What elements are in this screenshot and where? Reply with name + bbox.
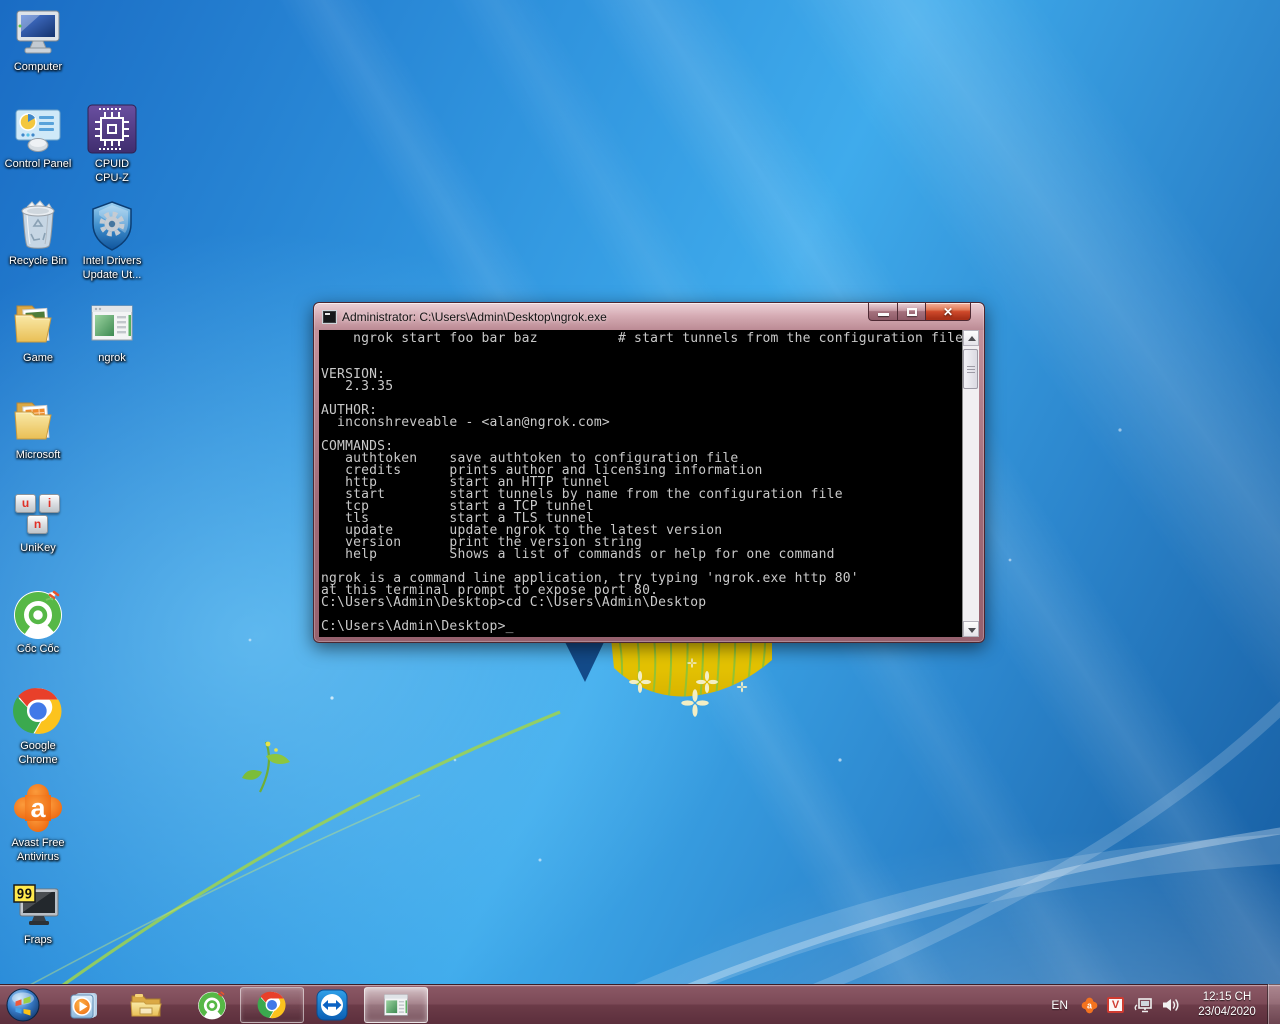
desktop-icon-coc-coc[interactable]: Cốc Cốc — [0, 588, 76, 656]
language-indicator[interactable]: EN — [1047, 996, 1072, 1014]
taskbar-item-coc-coc[interactable] — [192, 987, 232, 1023]
volume-tray-icon[interactable] — [1162, 997, 1180, 1013]
tray-date: 23/04/2020 — [1190, 1005, 1264, 1020]
coc-coc-icon — [197, 990, 227, 1020]
desktop-icon-cpuz[interactable]: CPUID CPU-Z — [74, 103, 150, 185]
desktop-icon-label: Cốc Cốc — [2, 642, 74, 656]
tray-time: 12:15 CH — [1190, 990, 1264, 1005]
console-output-area: ngrok start foo bar baz # start tunnels … — [319, 330, 962, 637]
taskbar-item-media-player[interactable] — [64, 987, 104, 1023]
desktop-icon-label: Game — [2, 351, 74, 365]
system-tray: EN a V — [1038, 985, 1264, 1024]
google-chrome-icon — [12, 685, 64, 737]
taskbar-item-chrome[interactable] — [240, 987, 304, 1023]
show-desktop-button[interactable] — [1267, 984, 1280, 1024]
console-output-text: ngrok start foo bar baz # start tunnels … — [319, 330, 962, 633]
console-window-icon — [381, 991, 411, 1019]
unikey-icon: u i n — [12, 491, 64, 539]
svg-text:99: 99 — [17, 888, 33, 903]
scrollbar-track[interactable] — [963, 346, 979, 621]
game-folder-icon — [12, 297, 64, 349]
desktop-icon-computer[interactable]: Computer — [0, 6, 76, 74]
desktop-icon-control-panel[interactable]: Control Panel — [0, 103, 76, 171]
computer-icon — [12, 6, 64, 58]
desktop-icon-label: Fraps — [2, 933, 74, 947]
close-button[interactable]: ✕ — [925, 303, 971, 321]
desktop-icon-intel-drivers[interactable]: Intel Drivers Update Ut... — [74, 200, 150, 282]
desktop: Computer Control Panel — [0, 0, 1280, 1024]
recycle-bin-icon — [12, 200, 64, 252]
desktop-icon-label: Computer — [2, 60, 74, 74]
desktop-icon-label: Control Panel — [2, 157, 74, 171]
window-controls: ✕ — [869, 303, 971, 321]
taskbar: EN a V — [0, 984, 1280, 1024]
cpuz-icon — [86, 103, 138, 155]
console-scrollbar — [962, 330, 979, 637]
ngrok-app-icon — [86, 297, 138, 349]
minimize-button[interactable] — [868, 303, 898, 321]
desktop-icon-microsoft[interactable]: Microsoft — [0, 394, 76, 462]
start-button[interactable] — [6, 988, 40, 1022]
scrollbar-thumb[interactable] — [963, 349, 978, 389]
desktop-icon-unikey[interactable]: u i n UniKey — [0, 491, 76, 555]
console-app-icon — [322, 310, 337, 324]
desktop-icon-fraps[interactable]: 99 Fraps — [0, 879, 76, 947]
desktop-icon-recycle-bin[interactable]: Recycle Bin — [0, 200, 76, 268]
intel-drivers-icon — [86, 200, 138, 252]
console-window: Administrator: C:\Users\Admin\Desktop\ng… — [313, 302, 985, 643]
taskbar-item-explorer[interactable] — [126, 987, 166, 1023]
desktop-icon-label: ngrok — [76, 351, 148, 365]
windows-media-player-icon — [69, 990, 99, 1020]
desktop-icon-game[interactable]: Game — [0, 297, 76, 365]
desktop-icon-avast[interactable]: a Avast Free Antivirus — [0, 782, 76, 864]
avast-tray-icon[interactable]: a — [1081, 997, 1098, 1014]
tray-clock[interactable]: 12:15 CH 23/04/2020 — [1190, 990, 1264, 1020]
windows-explorer-icon — [130, 991, 162, 1019]
unikey-vietnamese-icon[interactable]: V — [1107, 997, 1124, 1013]
desktop-icon-label: Recycle Bin — [2, 254, 74, 268]
coc-coc-icon — [12, 588, 64, 640]
desktop-icon-label: Avast Free Antivirus — [2, 836, 74, 864]
console-client-area[interactable]: ngrok start foo bar baz # start tunnels … — [319, 330, 979, 637]
fraps-icon: 99 — [12, 879, 64, 931]
svg-text:a: a — [30, 793, 46, 823]
window-title: Administrator: C:\Users\Admin\Desktop\ng… — [342, 310, 607, 324]
scroll-up-button[interactable] — [963, 330, 979, 346]
control-panel-icon — [12, 103, 64, 155]
taskbar-item-teamviewer[interactable] — [312, 987, 352, 1023]
desktop-icon-label: UniKey — [2, 541, 74, 555]
taskbar-item-ngrok-console[interactable] — [364, 987, 428, 1023]
scroll-down-button[interactable] — [963, 621, 979, 637]
desktop-icon-google-chrome[interactable]: Google Chrome — [0, 685, 76, 767]
microsoft-folder-icon — [12, 394, 64, 446]
desktop-icon-ngrok[interactable]: ngrok — [74, 297, 150, 365]
google-chrome-icon — [257, 990, 287, 1020]
svg-text:a: a — [1087, 1000, 1092, 1010]
network-tray-icon[interactable] — [1133, 997, 1153, 1014]
teamviewer-icon — [316, 989, 348, 1021]
desktop-icon-label: CPUID CPU-Z — [80, 157, 144, 185]
desktop-icon-label: Intel Drivers Update Ut... — [76, 254, 148, 282]
desktop-icon-label: Microsoft — [2, 448, 74, 462]
maximize-button[interactable] — [897, 303, 926, 321]
desktop-icon-label: Google Chrome — [6, 739, 70, 767]
avast-icon: a — [12, 782, 64, 834]
